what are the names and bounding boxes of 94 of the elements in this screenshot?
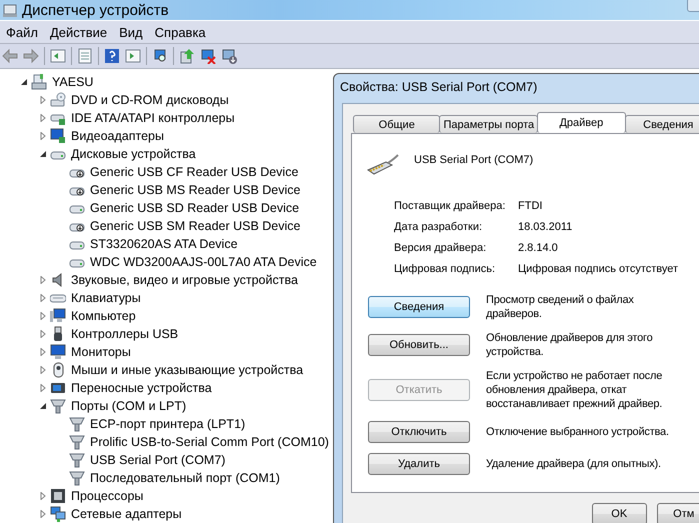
panel-icon[interactable]	[50, 48, 66, 64]
tree-item[interactable]: Generic USB MS Reader USB Device	[88, 183, 300, 197]
tree-item[interactable]: Клавиатуры	[69, 291, 141, 305]
tree-item[interactable]: ST3320620AS ATA Device	[88, 237, 238, 251]
expand-arrow-icon[interactable]	[39, 330, 47, 338]
panel-icon[interactable]	[125, 48, 141, 64]
update-icon[interactable]	[179, 48, 195, 64]
expand-arrow-icon[interactable]	[39, 348, 47, 356]
device-icon	[69, 470, 85, 486]
info-label: Версия драйвера:	[394, 242, 488, 254]
tree-item[interactable]: ECP-порт принтера (LPT1)	[88, 417, 246, 431]
menu-item[interactable]: Действие	[44, 24, 114, 40]
tree-item[interactable]: Prolific USB-to-Serial Comm Port (COM10)	[88, 435, 329, 449]
dialog-button[interactable]: Отм	[656, 503, 699, 523]
tab[interactable]: Драйвер	[537, 112, 626, 133]
info-label: Поставщик драйвера:	[394, 200, 506, 212]
expand-arrow-icon[interactable]	[39, 276, 47, 284]
info-label: Дата разработки:	[394, 221, 484, 233]
device-icon	[50, 92, 66, 108]
menu-item[interactable]: Файл	[0, 24, 44, 40]
remove-icon[interactable]	[200, 48, 216, 64]
tree-item[interactable]: Сетевые адаптеры	[69, 507, 182, 521]
tab[interactable]: Сведения	[624, 115, 699, 133]
expand-arrow-icon[interactable]	[39, 294, 47, 302]
window-title: Диспетчер устройств	[22, 2, 169, 18]
tree-item[interactable]: DVD и CD-ROM дисководы	[69, 93, 229, 107]
tree-item[interactable]: Контроллеры USB	[69, 327, 178, 341]
expand-arrow-icon[interactable]	[39, 510, 47, 518]
info-value: 18.03.2011	[518, 221, 574, 233]
device-icon	[69, 434, 85, 450]
tree-item[interactable]: Последовательный порт (COM1)	[88, 471, 280, 485]
menu-item[interactable]: Справка	[148, 24, 212, 40]
device-name: USB Serial Port (COM7)	[414, 154, 534, 166]
device-icon	[50, 488, 66, 504]
app-icon	[2, 2, 18, 18]
tree-item[interactable]: Generic USB SD Reader USB Device	[88, 201, 300, 215]
expand-arrow-icon[interactable]	[39, 366, 47, 374]
tree-item[interactable]: Видеоадаптеры	[69, 129, 164, 143]
scan-icon[interactable]	[152, 48, 168, 64]
collapse-arrow-icon[interactable]	[39, 402, 47, 410]
tab[interactable]: Общие	[353, 115, 440, 133]
action-button[interactable]: Удалить	[368, 453, 470, 475]
tree-item[interactable]: Мониторы	[69, 345, 131, 359]
action-button[interactable]: Обновить...	[368, 334, 470, 356]
tree-item[interactable]: Мыши и иные указывающие устройства	[69, 363, 304, 377]
info-value: FTDI	[518, 200, 544, 212]
tree-item[interactable]: Звуковые, видео и игровые устройства	[69, 273, 298, 287]
collapse-arrow-icon[interactable]	[20, 78, 28, 86]
device-icon	[50, 506, 66, 522]
back-arrow-icon[interactable]	[2, 48, 18, 64]
device-icon	[50, 344, 66, 360]
device-icon	[69, 452, 85, 468]
expand-arrow-icon[interactable]	[39, 132, 47, 140]
expand-arrow-icon[interactable]	[39, 114, 47, 122]
tree-item[interactable]: Generic USB CF Reader USB Device	[88, 165, 298, 179]
device-icon	[50, 308, 66, 324]
info-label: Цифровая подпись:	[394, 263, 496, 275]
tree-item[interactable]: WDC WD3200AAJS-00L7A0 ATA Device	[88, 255, 317, 269]
action-description: Просмотр сведений о файлах драйверов.	[486, 293, 635, 321]
tree-item[interactable]: Компьютер	[69, 309, 136, 323]
expand-arrow-icon[interactable]	[39, 312, 47, 320]
device-icon	[50, 398, 66, 414]
tree-item[interactable]: Переносные устройства	[69, 381, 212, 395]
expand-arrow-icon[interactable]	[39, 384, 47, 392]
action-description: Если устройство не работает после обновления драйвера, откат восстанавливает прежний драйвер.	[486, 369, 664, 411]
device-icon	[50, 380, 66, 396]
action-description: Отключение выбранного устройства.	[486, 425, 670, 439]
info-value: Цифровая подпись отсутствует	[518, 263, 680, 275]
tab[interactable]: Параметры порта	[439, 115, 538, 133]
collapse-arrow-icon[interactable]	[39, 150, 47, 158]
dialog-button[interactable]: OK	[592, 503, 646, 523]
dialog-title: Свойства: USB Serial Port (COM7)	[339, 79, 538, 96]
device-icon	[50, 128, 66, 144]
action-description: Обновление драйверов для этого устройства.	[486, 331, 654, 359]
tree-item[interactable]: USB Serial Port (COM7)	[88, 453, 226, 467]
action-button[interactable]: Отключить	[368, 421, 470, 443]
tree-item[interactable]: Процессоры	[69, 489, 144, 503]
menu-item[interactable]: Вид	[113, 24, 149, 40]
info-value: 2.8.14.0	[518, 242, 559, 254]
tree-item[interactable]: YAESU	[50, 75, 94, 89]
tree-item[interactable]: Порты (COM и LPT)	[69, 399, 186, 413]
properties-icon[interactable]	[77, 48, 93, 64]
expand-arrow-icon[interactable]	[39, 96, 47, 104]
device-icon	[31, 74, 47, 90]
forward-arrow-icon[interactable]	[23, 48, 39, 64]
tree-item[interactable]: Generic USB SM Reader USB Device	[88, 219, 300, 233]
action-description: Удаление драйвера (для опытных).	[486, 457, 662, 471]
help-icon[interactable]	[104, 48, 120, 64]
expand-arrow-icon[interactable]	[39, 492, 47, 500]
action-button[interactable]: Сведения	[368, 296, 470, 318]
install-icon[interactable]	[221, 48, 237, 64]
device-icon	[69, 416, 85, 432]
tree-item[interactable]: Дисковые устройства	[69, 147, 196, 161]
tree-item[interactable]: IDE ATA/ATAPI контроллеры	[69, 111, 235, 125]
